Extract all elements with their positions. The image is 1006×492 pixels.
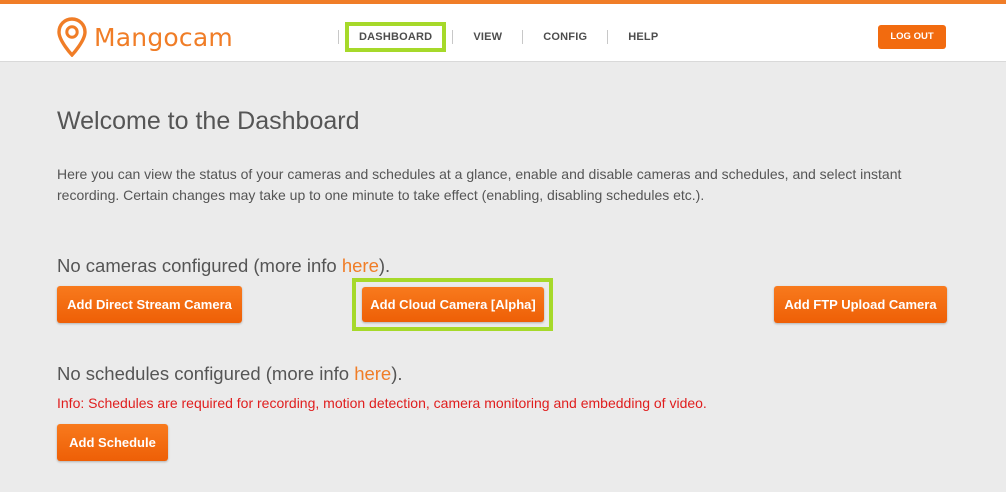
cameras-status-prefix: No cameras configured (more info [57,255,342,276]
schedules-status-prefix: No schedules configured (more info [57,363,355,384]
logo[interactable]: Mangocam [57,16,233,58]
main-nav: DASHBOARD VIEW CONFIG HELP [338,22,678,52]
top-navigation-bar: Mangocam DASHBOARD VIEW CONFIG HELP LOG … [0,0,1006,62]
nav-dashboard[interactable]: DASHBOARD [345,22,447,52]
cameras-more-info-link[interactable]: here [342,255,379,276]
schedules-info-text: Info: Schedules are required for recordi… [57,395,707,411]
nav-divider [338,30,339,44]
intro-text: Here you can view the status of your cam… [57,166,902,203]
logo-text: Mangocam [94,22,233,52]
add-ftp-upload-camera-button[interactable]: Add FTP Upload Camera [774,286,947,323]
location-pin-icon [57,17,87,57]
nav-config[interactable]: CONFIG [523,22,607,52]
add-direct-stream-camera-button[interactable]: Add Direct Stream Camera [57,286,242,323]
nav-view[interactable]: VIEW [453,22,522,52]
logout-button[interactable]: LOG OUT [878,25,946,49]
add-cloud-camera-button[interactable]: Add Cloud Camera [Alpha] [362,287,544,322]
schedules-more-info-link[interactable]: here [354,363,391,384]
nav-help[interactable]: HELP [608,22,678,52]
page-title: Welcome to the Dashboard [57,107,360,135]
add-schedule-button[interactable]: Add Schedule [57,424,168,461]
schedules-status: No schedules configured (more info here)… [57,363,403,385]
cameras-status-suffix: ). [378,255,391,276]
schedules-status-suffix: ). [391,363,403,384]
cameras-status: No cameras configured (more info here). [57,255,390,277]
